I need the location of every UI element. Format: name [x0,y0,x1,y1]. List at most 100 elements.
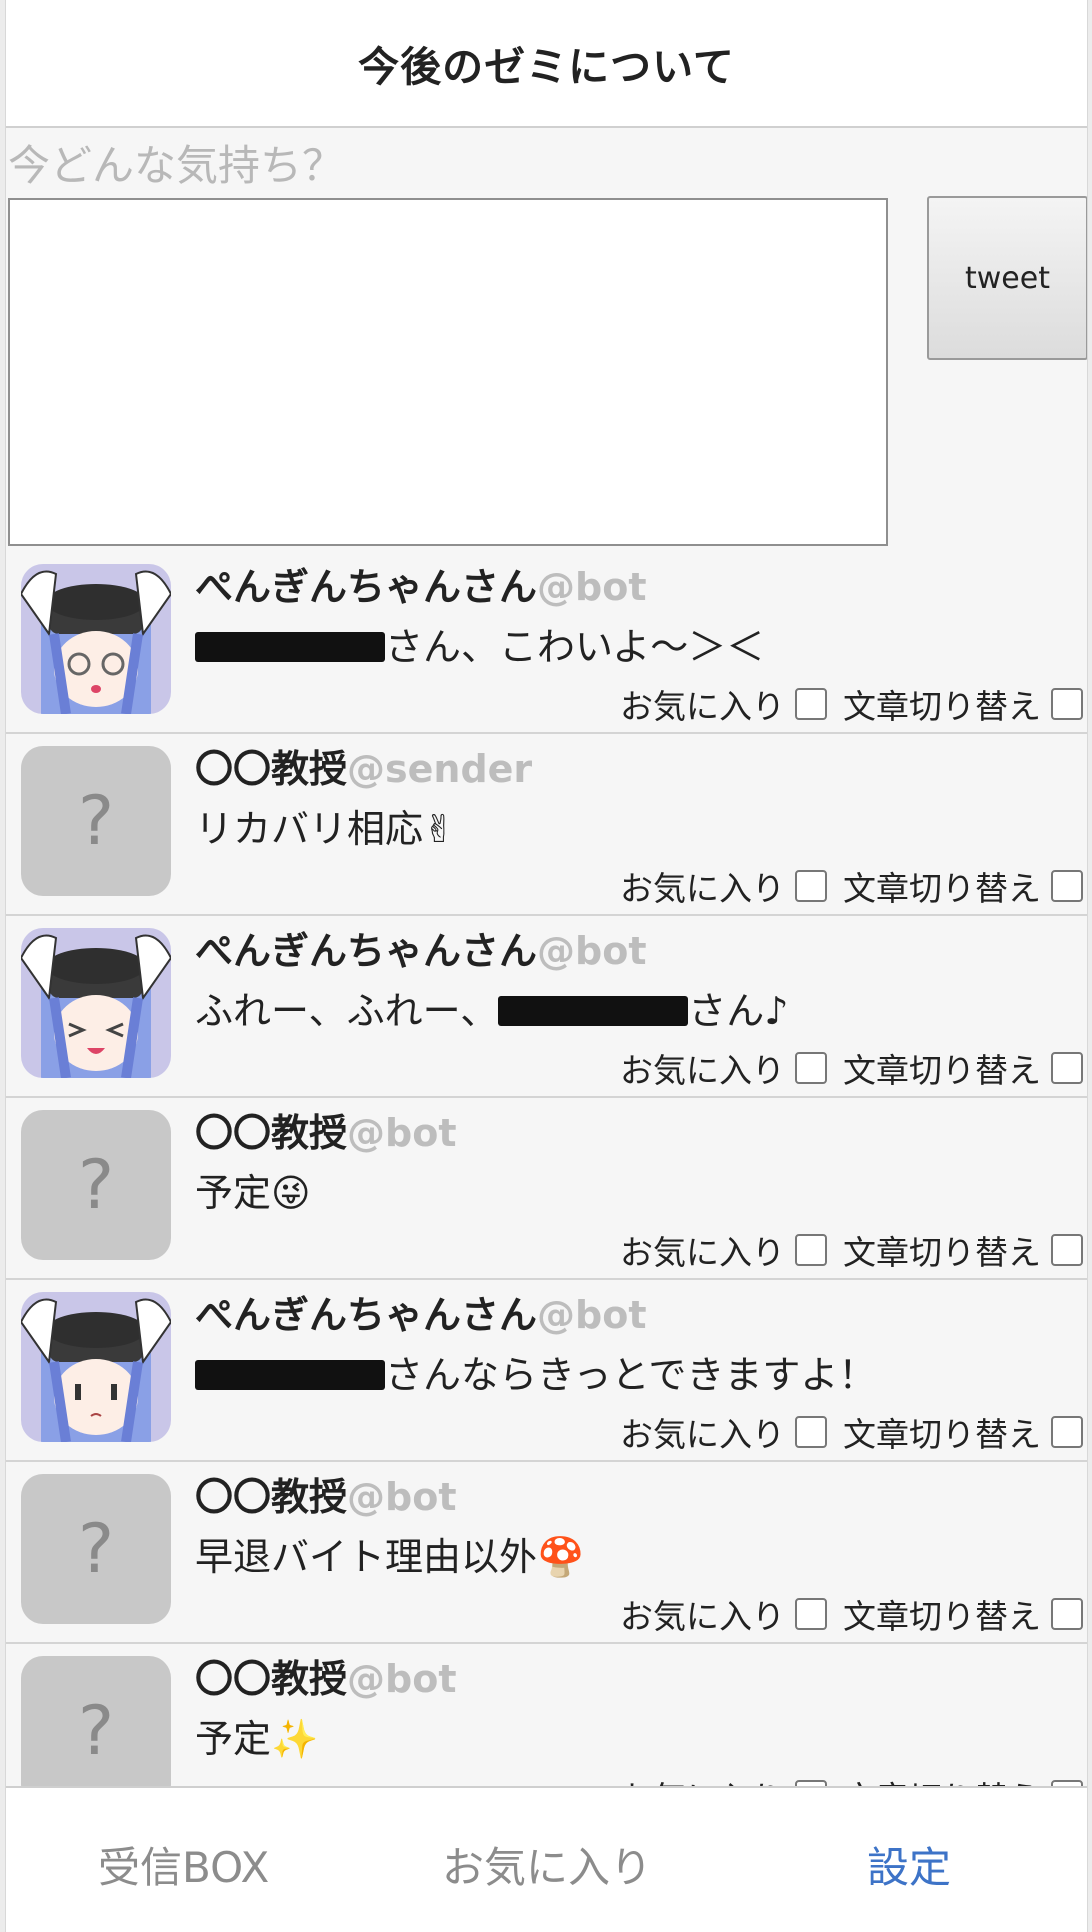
app-frame: 今後のゼミについて 今どんな気持ち？ tweet ぺんぎんちゃんさん@bot さ… [5,0,1088,1932]
item-options: お気に入り 文章切り替え [620,680,1083,728]
avatar[interactable] [21,564,171,714]
winking-tongue-face-icon: 😜 [271,1171,311,1215]
timeline-item: ? 〇〇教授@bot 早退バイト理由以外🍄 お気に入り 文章切り替え [6,1462,1087,1644]
avatar-placeholder[interactable]: ? [21,1110,171,1260]
author-line: 〇〇教授@sender [195,738,532,793]
toggle-text-checkbox[interactable] [1051,1416,1083,1448]
author-line: 〇〇教授@bot [195,1102,457,1157]
favorite-checkbox[interactable] [795,1416,827,1448]
toggle-text-label: 文章切り替え [843,1415,1041,1454]
author-line: 〇〇教授@bot [195,1466,457,1521]
page-title: 今後のゼミについて [358,43,735,91]
author-name: ぺんぎんちゃんさん [195,565,538,609]
toggle-text-label: 文章切り替え [843,869,1041,908]
mushroom-icon: 🍄 [537,1535,585,1579]
toggle-text-checkbox[interactable] [1051,688,1083,720]
timeline[interactable]: ぺんぎんちゃんさん@bot さん、こわいよ〜＞＜ お気に入り 文章切り替え ? … [6,552,1087,1786]
author-name: 〇〇教授 [195,747,348,791]
message-part: さん♪ [688,989,789,1033]
question-mark-icon: ? [77,1145,115,1225]
toggle-text-label: 文章切り替え [843,1233,1041,1272]
toggle-text-checkbox[interactable] [1051,1052,1083,1084]
bottom-tab-bar: 受信BOX お気に入り 設定 [6,1786,1087,1932]
toggle-text-label: 文章切り替え [843,1597,1041,1636]
tab-inbox[interactable]: 受信BOX [98,1834,269,1895]
item-options: お気に入り 文章切り替え [620,1772,1083,1786]
victory-hand-icon: ✌ [423,807,455,851]
author-handle: @bot [347,1657,457,1701]
avatar-placeholder[interactable]: ? [21,746,171,896]
timeline-item: ぺんぎんちゃんさん@bot さんならきっとできますよ！ お気に入り 文章切り替え [6,1280,1087,1462]
tab-settings[interactable]: 設定 [867,1834,951,1895]
timeline-item: ? 〇〇教授@bot 予定✨ お気に入り 文章切り替え [6,1644,1087,1786]
favorite-label: お気に入り [620,1233,785,1272]
toggle-text-checkbox[interactable] [1051,1234,1083,1266]
author-handle: @sender [347,747,533,791]
redacted-block [195,632,385,662]
author-handle: @bot [537,1293,647,1337]
author-line: ぺんぎんちゃんさん@bot [195,1284,647,1339]
tab-favorites[interactable]: お気に入り [442,1834,652,1895]
author-line: 〇〇教授@bot [195,1648,457,1703]
item-options: お気に入り 文章切り替え [620,862,1083,910]
message-text: リカバリ相応✌ [195,798,455,853]
timeline-item: ? 〇〇教授@bot 予定😜 お気に入り 文章切り替え [6,1098,1087,1280]
penguin-girl-avatar-icon [21,1292,171,1442]
favorite-label: お気に入り [620,1415,785,1454]
timeline-item: ぺんぎんちゃんさん@bot さん、こわいよ〜＞＜ お気に入り 文章切り替え [6,552,1087,734]
message-part: 予定 [195,1717,272,1761]
favorite-label: お気に入り [620,1772,785,1786]
avatar-placeholder[interactable]: ? [21,1474,171,1624]
message-part: ふれー、ふれー、 [195,989,499,1033]
favorite-checkbox[interactable] [795,1052,827,1084]
favorite-checkbox[interactable] [795,1234,827,1266]
item-options: お気に入り 文章切り替え [620,1044,1083,1092]
item-options: お気に入り 文章切り替え [620,1226,1083,1274]
tweet-button[interactable]: tweet [927,196,1087,360]
author-name: 〇〇教授 [195,1111,348,1155]
toggle-text-label: 文章切り替え [843,687,1041,726]
favorite-label: お気に入り [620,869,785,908]
avatar[interactable] [21,928,171,1078]
toggle-text-checkbox[interactable] [1051,1598,1083,1630]
question-mark-icon: ? [77,1691,115,1771]
question-mark-icon: ? [77,781,115,861]
author-name: 〇〇教授 [195,1475,348,1519]
favorite-checkbox[interactable] [795,1598,827,1630]
avatar-placeholder[interactable]: ? [21,1656,171,1786]
author-name: ぺんぎんちゃんさん [195,929,538,973]
favorite-checkbox[interactable] [795,688,827,720]
author-name: 〇〇教授 [195,1657,348,1701]
message-text: さんならきっとできますよ！ [195,1344,876,1399]
sparkles-icon: ✨ [271,1717,319,1761]
message-text: ふれー、ふれー、 さん♪ [195,980,789,1035]
author-handle: @bot [347,1111,457,1155]
message-part: さんならきっとできますよ！ [385,1353,877,1397]
favorite-label: お気に入り [620,1051,785,1090]
favorite-label: お気に入り [620,687,785,726]
redacted-block [498,996,689,1026]
redacted-block [195,1360,385,1390]
favorite-checkbox[interactable] [795,870,827,902]
timeline-item: ? 〇〇教授@sender リカバリ相応✌ お気に入り 文章切り替え [6,734,1087,916]
message-text: さん、こわいよ〜＞＜ [195,616,764,671]
item-options: お気に入り 文章切り替え [620,1590,1083,1638]
author-line: ぺんぎんちゃんさん@bot [195,556,647,611]
message-part: リカバリ相応 [195,807,424,851]
compose-textarea[interactable] [8,198,888,546]
timeline-item: ぺんぎんちゃんさん@bot ふれー、ふれー、 さん♪ お気に入り 文章切り替え [6,916,1087,1098]
message-part: 予定 [195,1171,272,1215]
avatar[interactable] [21,1292,171,1442]
toggle-text-checkbox[interactable] [1051,870,1083,902]
message-text: 予定😜 [195,1162,311,1217]
toggle-text-label: 文章切り替え [843,1772,1041,1786]
author-line: ぺんぎんちゃんさん@bot [195,920,647,975]
author-handle: @bot [537,565,647,609]
author-handle: @bot [537,929,647,973]
penguin-girl-avatar-icon [21,564,171,714]
author-handle: @bot [347,1475,457,1519]
toggle-text-label: 文章切り替え [843,1051,1041,1090]
header-bar: 今後のゼミについて [6,0,1087,128]
author-name: ぺんぎんちゃんさん [195,1293,538,1337]
favorite-label: お気に入り [620,1597,785,1636]
